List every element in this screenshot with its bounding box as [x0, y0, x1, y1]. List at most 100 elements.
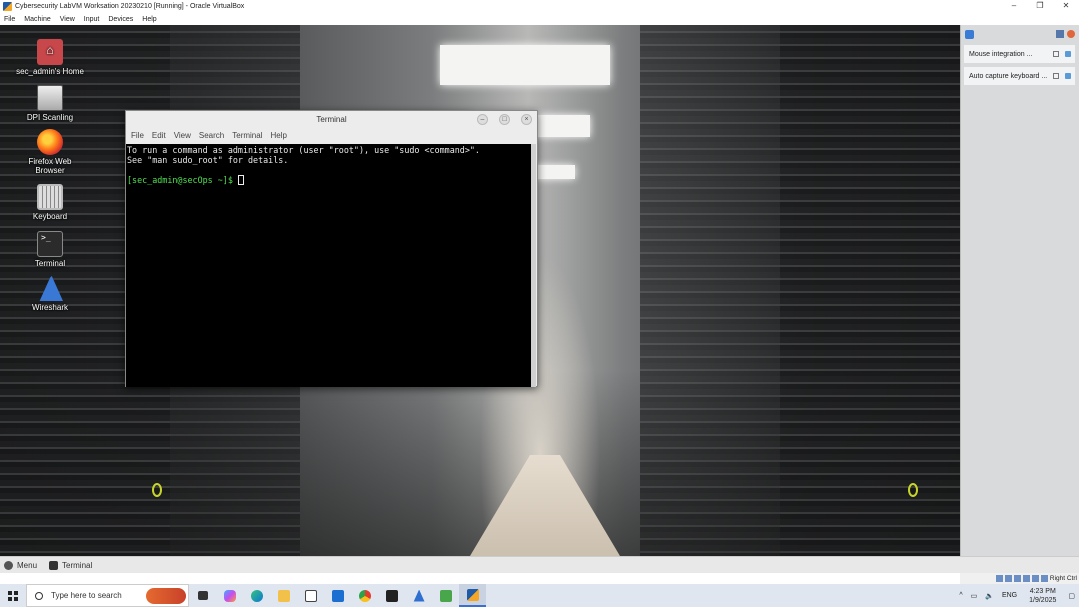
close-notification-icon[interactable]: [1065, 73, 1071, 79]
notifications-icon[interactable]: ▢: [1068, 592, 1075, 600]
terminal-window[interactable]: Terminal – □ × File Edit View Search Ter…: [125, 110, 538, 387]
terminal-menubar: File Edit View Search Terminal Help: [126, 128, 537, 143]
terminal-menu-file[interactable]: File: [131, 131, 144, 140]
search-highlight-image: [146, 588, 186, 604]
taskbar-mail[interactable]: [324, 584, 351, 607]
taskbar-virtualbox[interactable]: [459, 584, 486, 607]
terminal-minimize-button[interactable]: –: [477, 114, 488, 125]
close-notification-icon[interactable]: [1065, 51, 1071, 57]
terminal-menu-terminal[interactable]: Terminal: [232, 131, 262, 140]
taskbar-copilot[interactable]: [216, 584, 243, 607]
terminal-maximize-button[interactable]: □: [499, 114, 510, 125]
taskbar-file-explorer[interactable]: [270, 584, 297, 607]
desktop-icon-wireshark[interactable]: Wireshark: [5, 275, 95, 312]
keyboard-icon: [37, 184, 63, 210]
terminal-menu-view[interactable]: View: [174, 131, 191, 140]
menu-help[interactable]: Help: [142, 16, 156, 23]
dismiss-all-icon[interactable]: [1067, 30, 1075, 38]
volume-icon[interactable]: 🔈: [985, 592, 994, 600]
shared-folders-icon[interactable]: [1031, 575, 1039, 582]
taskbar-store[interactable]: [297, 584, 324, 607]
menu-machine[interactable]: Machine: [24, 16, 50, 23]
notification-text: Mouse integration ...: [969, 50, 1033, 58]
desktop-icon-firefox[interactable]: Firefox Web Browser: [5, 129, 95, 175]
notification-center-icon[interactable]: [965, 29, 974, 39]
desktop-icon-home[interactable]: sec_admin's Home: [5, 39, 95, 76]
terminal-menu-help[interactable]: Help: [270, 131, 286, 140]
terminal-title: Terminal: [316, 115, 347, 124]
windows-logo-icon: [8, 590, 18, 601]
terminal-titlebar[interactable]: Terminal – □ ×: [126, 111, 537, 128]
windows-taskbar: Type here to search ^ ▭ 🔈 ENG 4:23 PM 1/…: [0, 584, 1079, 607]
display-icon: [37, 85, 63, 111]
terminal-prompt-line: [sec_admin@secOps ~]$: [127, 175, 531, 185]
capture-icon[interactable]: [1040, 575, 1048, 582]
taskbar-wireshark[interactable]: [405, 584, 432, 607]
taskbar-vscode[interactable]: [432, 584, 459, 607]
desktop-icon-dpi-scanling[interactable]: DPI Scanling: [5, 85, 95, 122]
network-icon[interactable]: ▭: [971, 592, 978, 600]
terminal-scrollbar[interactable]: [531, 144, 536, 387]
store-icon: [304, 589, 317, 602]
terminal-line: To run a command as administrator (user …: [127, 145, 480, 155]
task-view-button[interactable]: [189, 584, 216, 607]
desktop-icon-terminal[interactable]: >_ Terminal: [5, 231, 95, 268]
menu-file[interactable]: File: [4, 16, 15, 23]
system-tray: ^ ▭ 🔈 ENG 4:23 PM 1/9/2025 ▢: [955, 584, 1079, 607]
restore-button[interactable]: ❐: [1027, 0, 1053, 13]
virtualbox-menubar: File Machine View Input Devices Help: [0, 13, 1079, 25]
mail-icon: [331, 589, 344, 602]
close-button[interactable]: ✕: [1053, 0, 1079, 13]
guest-menu-button[interactable]: Menu: [4, 560, 37, 570]
desktop-icon-label: Keyboard: [32, 212, 68, 221]
start-button[interactable]: [0, 584, 26, 607]
minimize-button[interactable]: –: [1001, 0, 1027, 13]
notification-text: Auto capture keyboard ...: [969, 72, 1048, 80]
terminal-output[interactable]: To run a command as administrator (user …: [126, 144, 532, 387]
show-hidden-icons-icon[interactable]: ^: [959, 592, 962, 599]
notification-toolbar: [961, 25, 1079, 43]
language-indicator[interactable]: ENG: [1002, 592, 1017, 599]
terminal-icon: [385, 589, 398, 602]
wallpaper-ceiling-light: [440, 45, 610, 85]
wireshark-icon: [413, 589, 425, 602]
pin-icon[interactable]: [1053, 51, 1059, 57]
wireshark-icon: [39, 275, 63, 301]
terminal-line: See "man sudo_root" for details.: [127, 155, 289, 165]
menu-devices[interactable]: Devices: [108, 16, 133, 23]
guest-bottom-panel: Menu Terminal: [0, 556, 1079, 573]
guest-task-label: Terminal: [62, 560, 93, 570]
network-icon[interactable]: [1013, 575, 1021, 582]
terminal-menu-search[interactable]: Search: [199, 131, 224, 140]
notification-mouse-integration[interactable]: Mouse integration ...: [964, 45, 1075, 63]
taskbar-clock[interactable]: 4:23 PM 1/9/2025: [1029, 587, 1056, 605]
notification-auto-capture[interactable]: Auto capture keyboard ...: [964, 67, 1075, 85]
terminal-close-button[interactable]: ×: [521, 114, 532, 125]
terminal-menu-edit[interactable]: Edit: [152, 131, 166, 140]
guest-task-terminal[interactable]: Terminal: [49, 560, 93, 570]
search-icon: [35, 591, 43, 600]
desktop-icon-label: Wireshark: [31, 303, 68, 312]
guest-desktop[interactable]: sec_admin's Home DPI Scanling Firefox We…: [0, 25, 960, 556]
wallpaper-led: [152, 483, 162, 497]
clock-time: 4:23 PM: [1029, 587, 1056, 595]
home-folder-icon: [37, 39, 63, 65]
taskbar-search[interactable]: Type here to search: [26, 584, 189, 607]
menu-input[interactable]: Input: [84, 16, 100, 23]
terminal-icon: >_: [37, 231, 63, 257]
hard-disk-icon[interactable]: [995, 575, 1003, 582]
pin-icon[interactable]: [1053, 73, 1059, 79]
wallpaper-rack-right: [780, 25, 960, 556]
desktop-icon-keyboard[interactable]: Keyboard: [5, 184, 95, 221]
usb-icon[interactable]: [1022, 575, 1030, 582]
menu-view[interactable]: View: [60, 16, 75, 23]
app-icon: [439, 589, 452, 602]
firefox-icon: [37, 129, 63, 155]
toggle-layout-icon[interactable]: [1056, 30, 1064, 38]
taskbar-terminal[interactable]: [378, 584, 405, 607]
virtualbox-statusbar: Right Ctrl: [960, 573, 1079, 584]
optical-drive-icon[interactable]: [1004, 575, 1012, 582]
folder-icon: [277, 589, 290, 602]
taskbar-chrome[interactable]: [351, 584, 378, 607]
taskbar-edge[interactable]: [243, 584, 270, 607]
